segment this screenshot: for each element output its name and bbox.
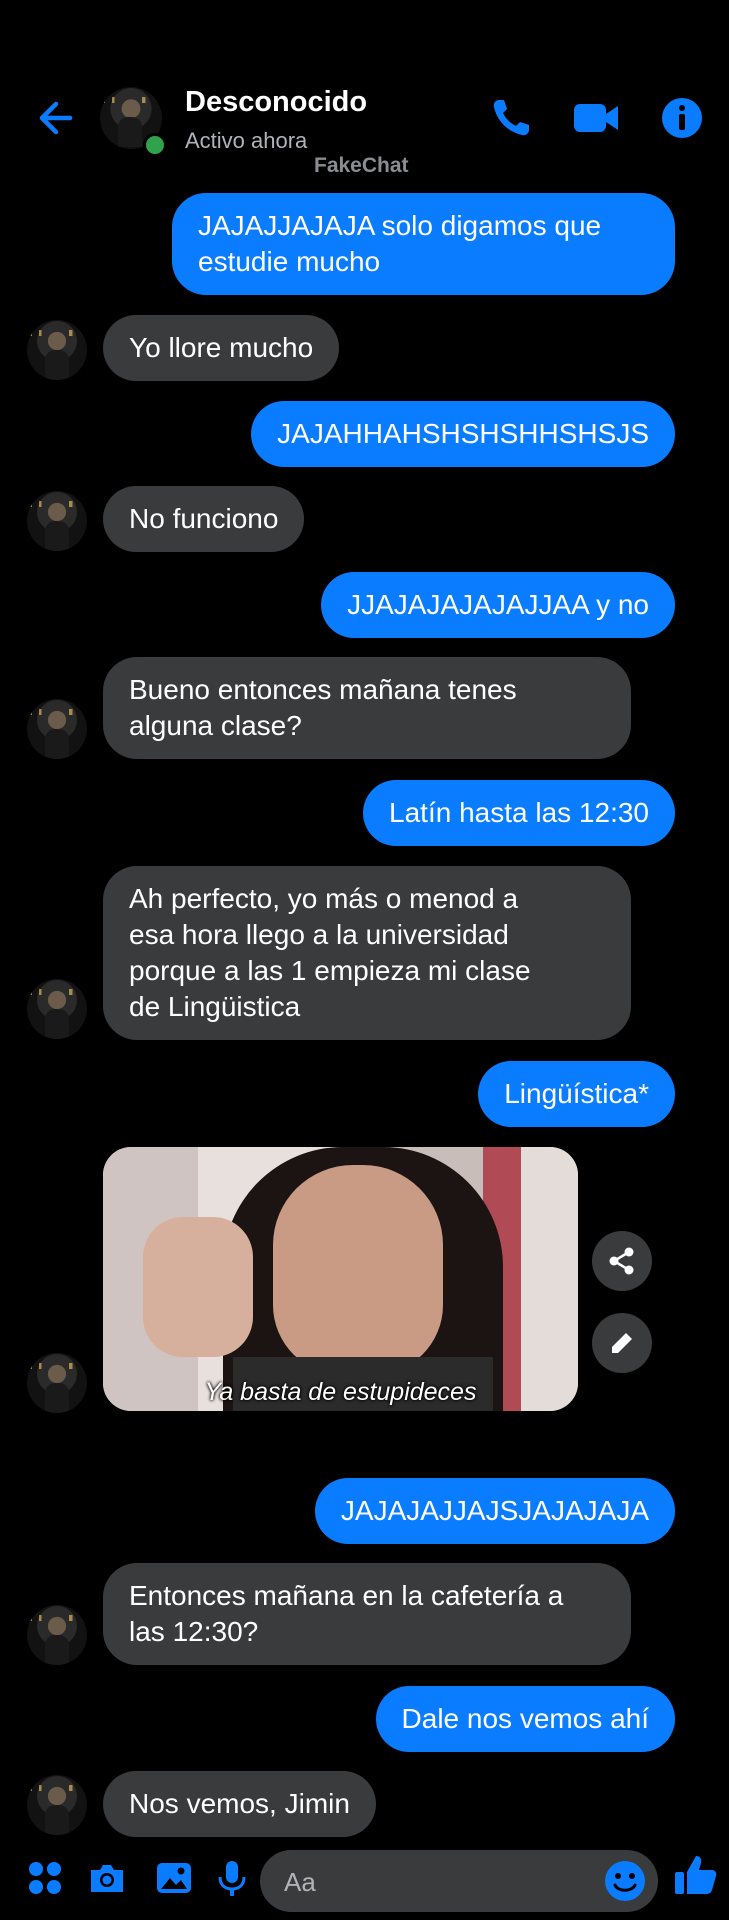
sent-message[interactable]: Lingüística* xyxy=(478,1061,675,1127)
back-arrow-icon[interactable] xyxy=(30,96,74,140)
received-message[interactable]: No funciono xyxy=(103,486,305,552)
contact-avatar-small[interactable] xyxy=(27,1605,87,1665)
sent-message[interactable]: JAJAJJAJAJA solo digamos que estudie muc… xyxy=(172,193,675,295)
camera-icon[interactable] xyxy=(87,1858,127,1898)
edit-icon xyxy=(612,1333,632,1353)
mic-icon[interactable] xyxy=(212,1858,252,1898)
gif-person-fist xyxy=(143,1217,253,1357)
received-message[interactable]: Nos vemos, Jimin xyxy=(103,1771,376,1837)
received-message[interactable]: Entonces mañana en la cafetería a las 12… xyxy=(103,1563,631,1665)
received-message[interactable]: Ah perfecto, yo más o menod a esa hora l… xyxy=(103,866,631,1040)
contact-avatar-small[interactable] xyxy=(27,1353,87,1413)
online-indicator xyxy=(143,133,167,157)
received-message[interactable]: Bueno entonces mañana tenes alguna clase… xyxy=(103,657,631,759)
contact-avatar-small[interactable] xyxy=(27,491,87,551)
contact-avatar-small[interactable] xyxy=(27,699,87,759)
sent-message[interactable]: JJAJAJAJAJAJJAA y no xyxy=(321,572,675,638)
message-composer[interactable] xyxy=(260,1850,658,1914)
contact-avatar-small[interactable] xyxy=(27,1775,87,1835)
share-icon xyxy=(609,1247,634,1275)
thumbs-up-icon[interactable] xyxy=(672,1852,718,1898)
watermark: FakeChat xyxy=(314,154,409,177)
gif-message[interactable]: Ya basta de estupideces xyxy=(103,1147,578,1411)
video-icon[interactable] xyxy=(572,96,620,140)
share-button[interactable] xyxy=(592,1231,652,1291)
emoji-icon[interactable] xyxy=(604,1860,646,1902)
phone-icon[interactable] xyxy=(489,96,533,140)
message-input[interactable] xyxy=(282,1850,586,1914)
sent-message[interactable]: Latín hasta las 12:30 xyxy=(363,780,675,846)
gif-person-face xyxy=(273,1165,443,1375)
contact-avatar-small[interactable] xyxy=(27,979,87,1039)
sent-message[interactable]: Dale nos vemos ahí xyxy=(375,1686,675,1752)
active-status: Activo ahora xyxy=(185,128,308,153)
sent-message[interactable]: JAJAHHAHSHSHSHHSHSJS xyxy=(251,401,675,467)
gif-caption: Ya basta de estupideces xyxy=(204,1378,477,1406)
gallery-icon[interactable] xyxy=(154,1858,194,1898)
contact-avatar-small[interactable] xyxy=(27,320,87,380)
received-message[interactable]: Yo llore mucho xyxy=(103,315,340,381)
sent-message[interactable]: JAJAJAJJAJSJAJAJAJA xyxy=(314,1478,675,1544)
info-icon[interactable] xyxy=(660,96,704,140)
edit-button[interactable] xyxy=(592,1313,652,1373)
apps-icon[interactable] xyxy=(25,1858,65,1898)
contact-name[interactable]: Desconocido xyxy=(185,86,367,119)
